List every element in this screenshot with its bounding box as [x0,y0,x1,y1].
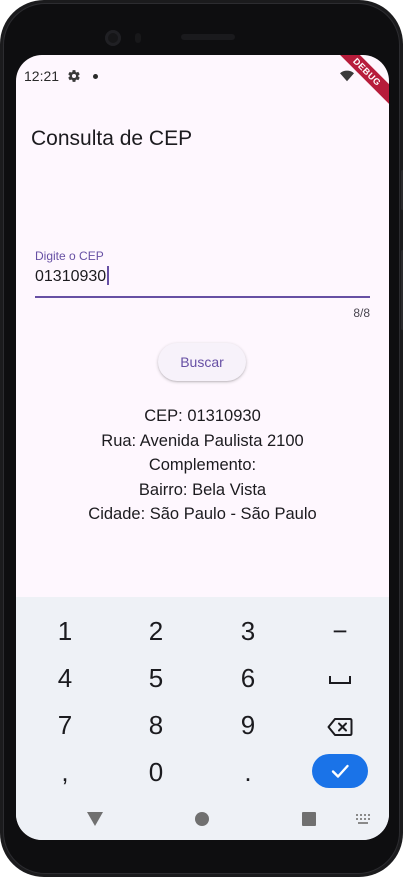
key-7[interactable]: 7 [25,705,105,745]
address-result: CEP: 01310930 Rua: Avenida Paulista 2100… [16,404,389,527]
key-2[interactable]: 2 [116,611,196,651]
key-0[interactable]: 0 [116,752,196,792]
key-5[interactable]: 5 [116,658,196,698]
keyboard-switch-icon[interactable] [356,814,371,825]
backspace-icon [327,718,353,737]
key-4[interactable]: 4 [25,658,105,698]
recents-square-icon[interactable] [302,812,316,826]
key-3[interactable]: 3 [208,611,288,651]
key-comma[interactable]: , [25,752,105,792]
character-counter: 8/8 [353,306,370,320]
navigation-bar [16,801,389,840]
status-time: 12:21 [24,68,60,84]
home-circle-icon[interactable] [195,812,209,826]
text-cursor [107,266,110,285]
page-title: Consulta de CEP [31,127,193,150]
key-1[interactable]: 1 [25,611,105,651]
cep-input-label: Digite o CEP [35,249,104,263]
debug-banner: DEBUG [326,55,389,113]
done-button[interactable] [312,754,368,788]
phone-frame: 12:21 DEBUG Consulta de CEP Digite o CEP… [0,0,403,877]
result-cep: CEP: 01310930 [144,407,261,425]
numeric-keyboard: 1 2 3 − 4 5 6 7 8 9 , 0 . [16,597,389,840]
space-bar-icon [329,676,351,685]
key-9[interactable]: 9 [208,705,288,745]
wifi-icon [340,70,354,82]
gear-icon [68,70,80,82]
result-cidade: Cidade: São Paulo - São Paulo [88,505,317,523]
key-8[interactable]: 8 [116,705,196,745]
checkmark-icon [331,764,349,778]
key-backspace[interactable] [300,705,380,745]
key-6[interactable]: 6 [208,658,288,698]
result-complemento: Complemento: [148,456,257,474]
cep-input[interactable]: Digite o CEP 01310930 [35,247,370,299]
key-space[interactable] [300,658,380,698]
cep-input-underline [35,296,370,298]
status-bar: 12:21 DEBUG [16,55,389,113]
key-minus[interactable]: − [300,611,380,651]
screen: 12:21 DEBUG Consulta de CEP Digite o CEP… [16,55,389,840]
earpiece-speaker [181,34,235,40]
dot-icon [93,74,98,79]
front-camera [105,30,121,46]
back-triangle-icon[interactable] [87,812,103,826]
cep-input-value[interactable]: 01310930 [35,266,110,286]
result-rua: Rua: Avenida Paulista 2100 [101,431,304,450]
result-bairro: Bairro: Bela Vista [138,480,267,499]
buscar-button[interactable]: Buscar [158,343,246,381]
key-period[interactable]: . [208,752,288,792]
cep-input-text: 01310930 [35,268,107,285]
camera-sensor [135,33,141,43]
